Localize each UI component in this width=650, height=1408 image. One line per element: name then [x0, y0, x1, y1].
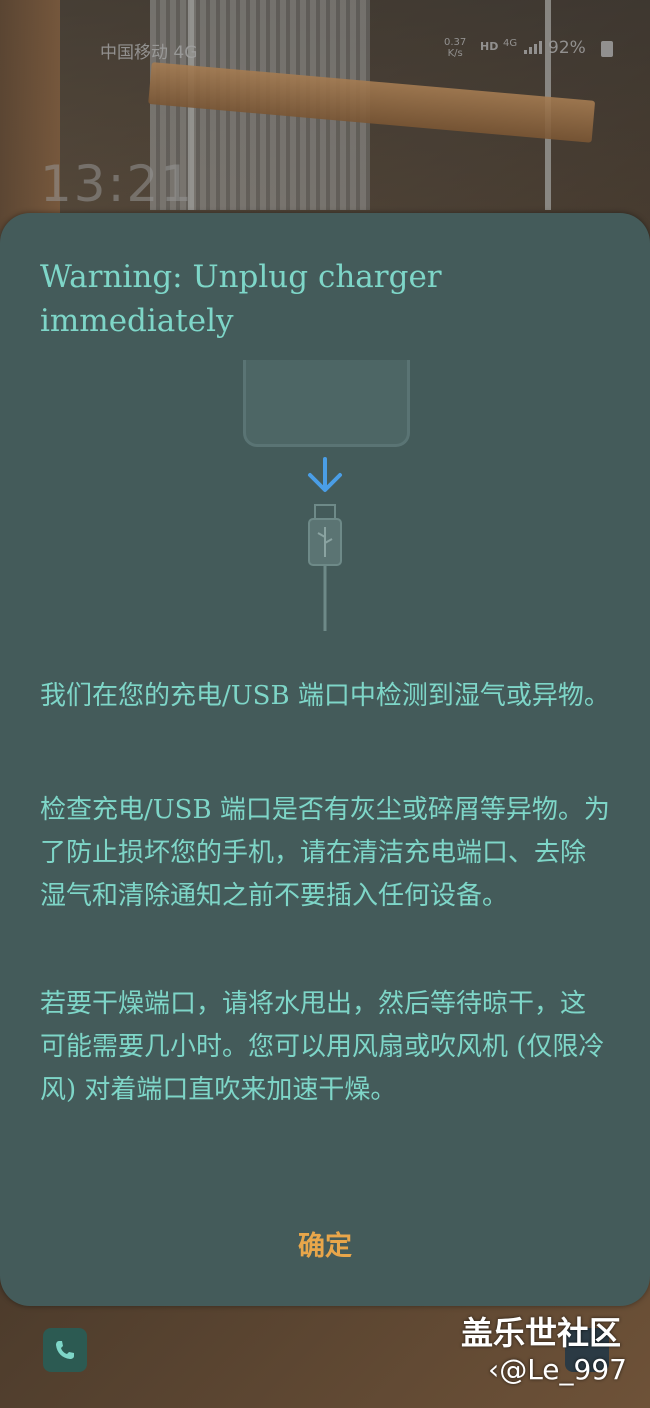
dialog-message-check: 检查充电/USB 端口是否有灰尘或碎屑等异物。为了防止损坏您的手机，请在清洁充电… [40, 795, 610, 911]
phone-shortcut-icon[interactable] [43, 1328, 87, 1372]
hd-label: HD [480, 40, 499, 53]
ok-button[interactable]: 确定 [275, 1225, 375, 1269]
signal-icon [524, 41, 542, 54]
chevron-left-icon: ‹ [488, 1353, 500, 1386]
moisture-warning-dialog: Warning: Unplug charger immediately 我们在您… [0, 213, 650, 1306]
watermark-user: ‹@Le_997 [488, 1353, 627, 1386]
network-speed: 0.37 K/s [444, 37, 466, 59]
battery-percent: 92% [548, 38, 586, 58]
watermark-username: @Le_997 [499, 1353, 627, 1386]
dialog-message-detected: 我们在您的充电/USB 端口中检测到湿气或异物。 [40, 681, 610, 711]
speed-unit: K/s [447, 48, 463, 59]
carrier-label: 中国移动 4G [100, 43, 198, 63]
status-bar: 中国移动 4G 0.37 K/s HD 4G 92% [0, 34, 650, 64]
arrow-down-icon [308, 457, 342, 492]
dialog-title: Warning: Unplug charger immediately [40, 259, 442, 339]
network-type: 4G [503, 38, 518, 49]
phone-icon [56, 1341, 74, 1359]
speed-value: 0.37 [444, 37, 467, 48]
phone-illustration [243, 360, 410, 447]
watermark-site: 盖乐世社区 [461, 1314, 622, 1352]
lock-screen-clock: 13:21 [40, 155, 195, 213]
usb-cable-icon [308, 504, 342, 631]
battery-icon [601, 41, 613, 57]
dialog-message-dry: 若要干燥端口，请将水甩出，然后等待晾干，这可能需要几小时。您可以用风扇或吹风机 … [40, 989, 605, 1105]
